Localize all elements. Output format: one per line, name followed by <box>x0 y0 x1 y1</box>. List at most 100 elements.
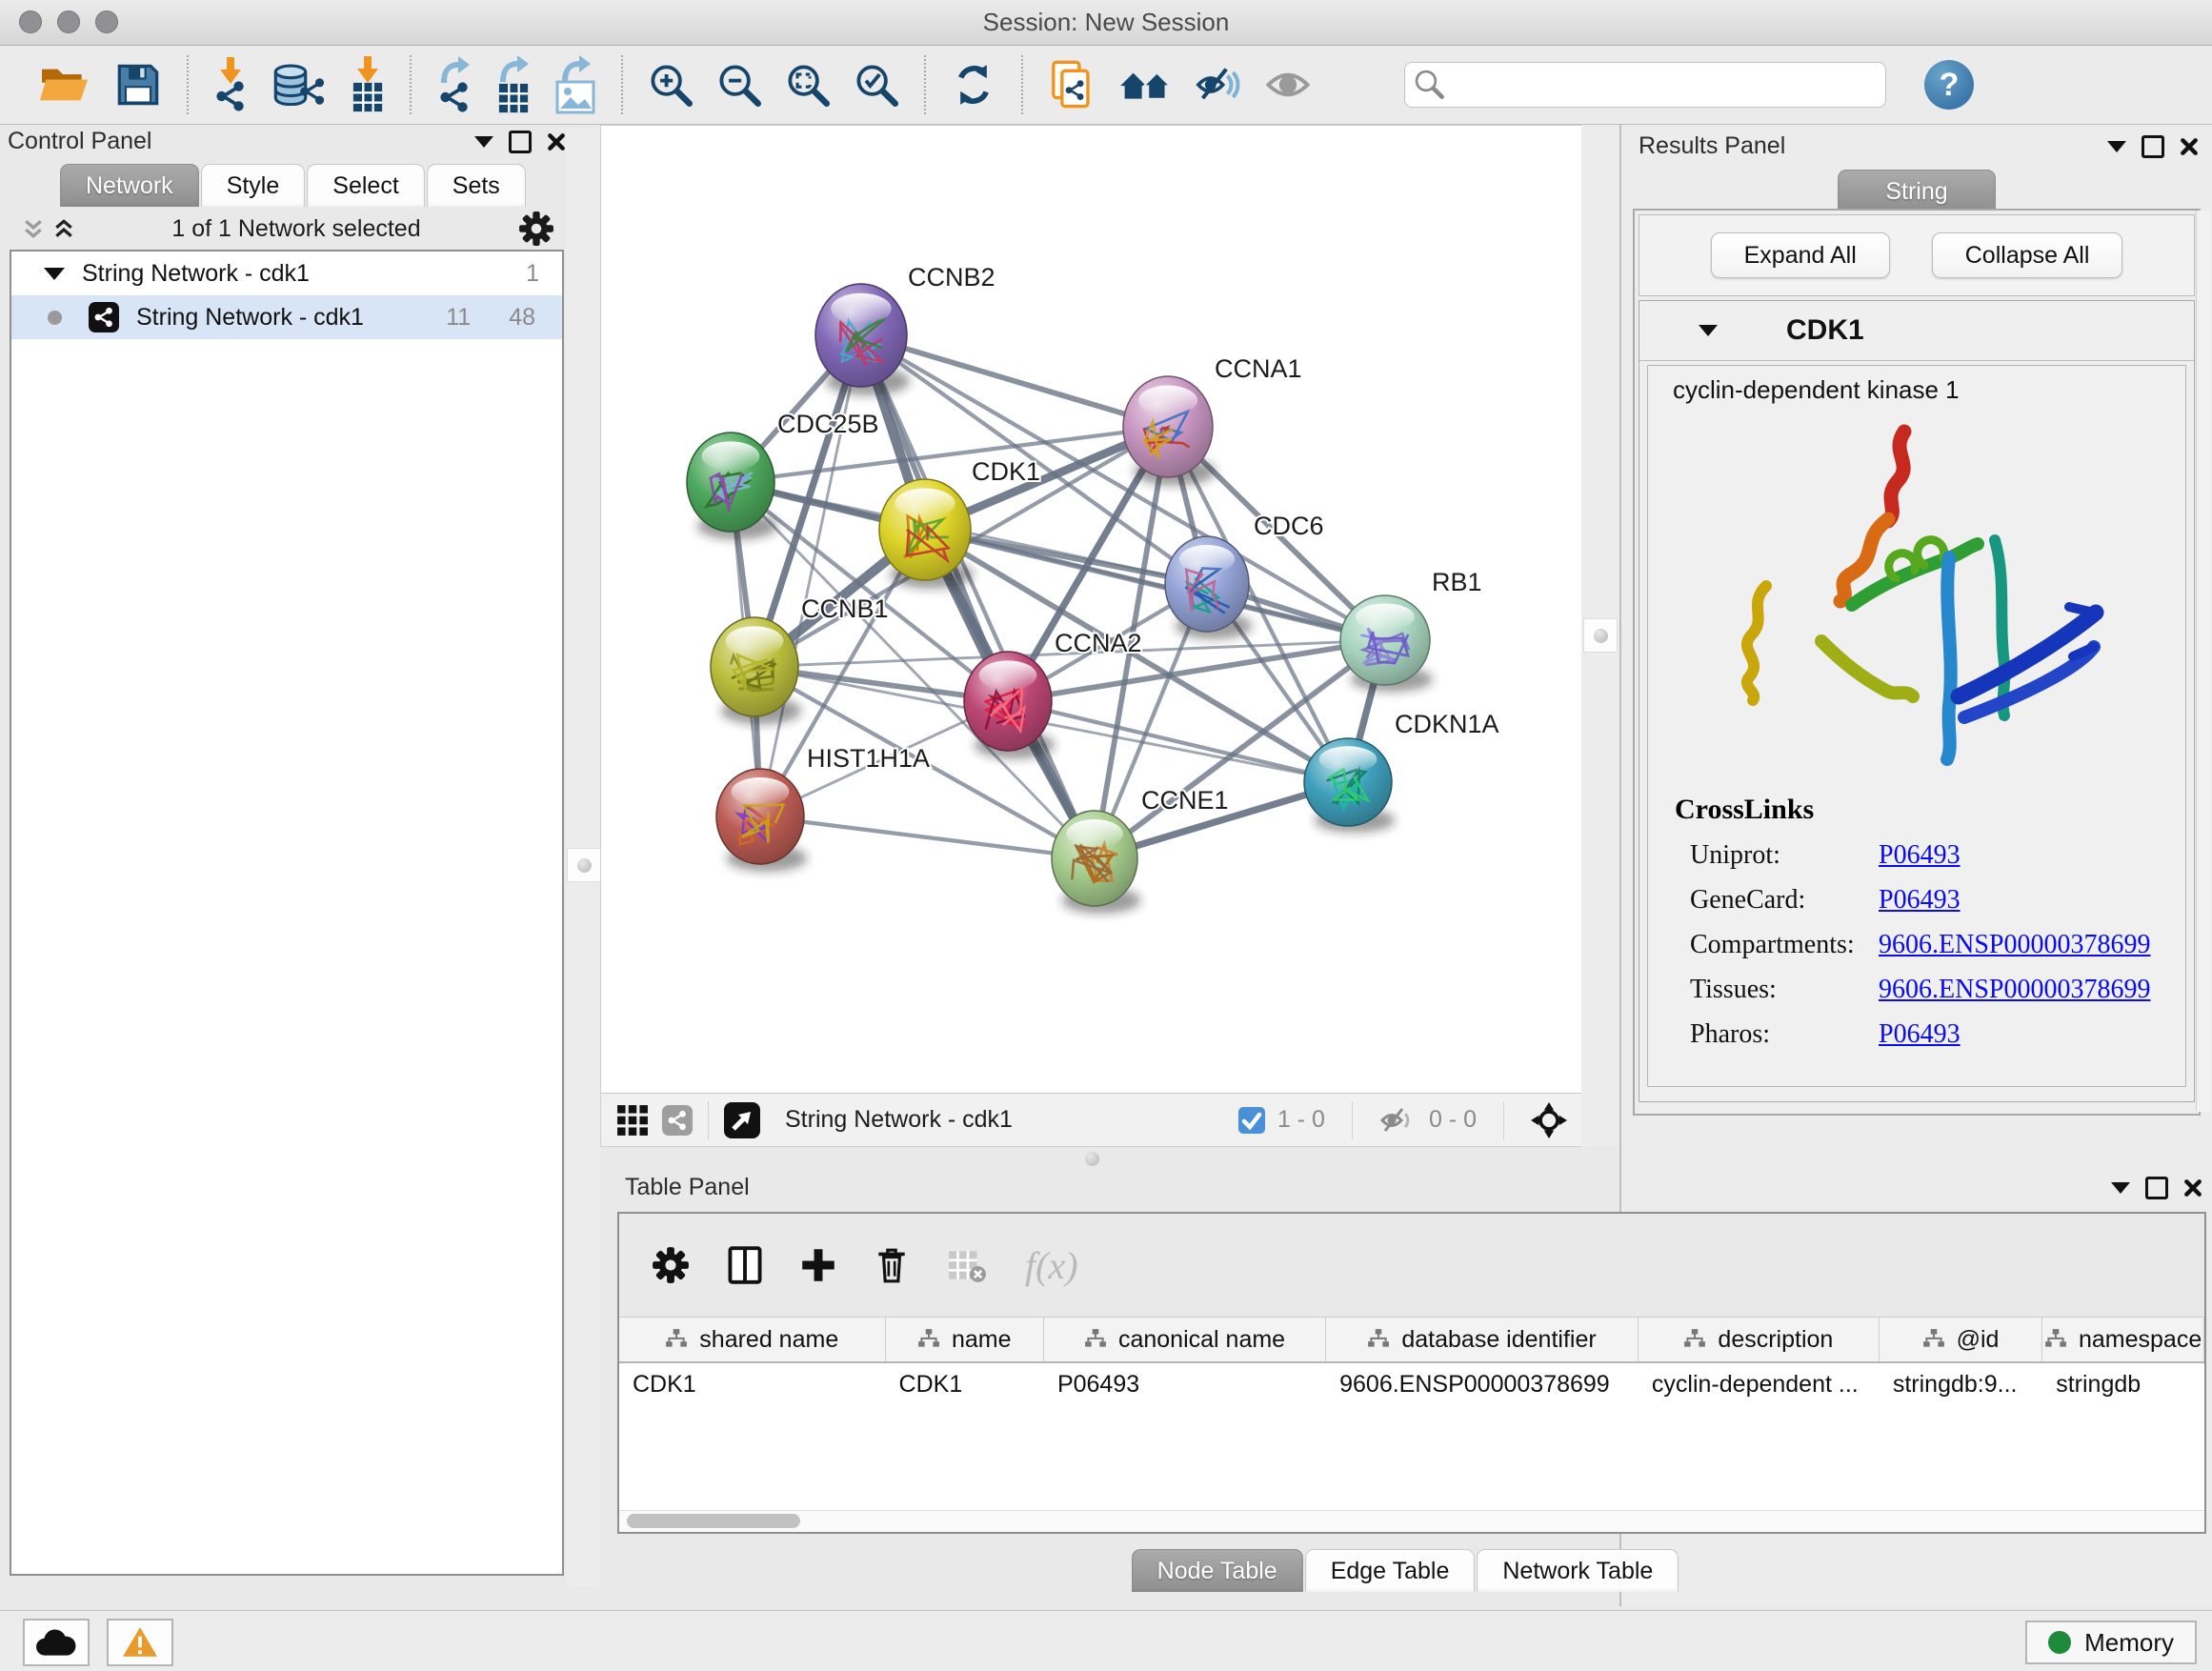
eye-button[interactable] <box>1266 70 1310 100</box>
network-node-CCNA1[interactable]: CCNA1 <box>1123 354 1302 486</box>
network-edge[interactable] <box>861 335 1095 858</box>
panel-close-icon[interactable] <box>547 132 566 151</box>
export-network-button[interactable] <box>437 56 472 113</box>
collapse-all-button[interactable]: Collapse All <box>1932 232 2123 278</box>
bottom-splitter[interactable] <box>600 1147 1583 1170</box>
zoom-selected-button[interactable] <box>855 63 898 107</box>
tab-node-table[interactable]: Node Table <box>1132 1549 1303 1592</box>
tab-style[interactable]: Style <box>201 164 306 207</box>
network-node-CCNB2[interactable]: CCNB2 <box>815 263 995 395</box>
results-scrollbar[interactable] <box>2196 211 2210 1112</box>
panel-close-icon[interactable] <box>2183 1178 2202 1198</box>
scrollbar-thumb[interactable] <box>627 1514 800 1528</box>
export-table-button[interactable] <box>496 55 531 114</box>
detach-view-icon[interactable] <box>724 1102 760 1138</box>
right-splitter[interactable] <box>1581 125 1619 1147</box>
network-edge[interactable] <box>760 816 1095 858</box>
network-type-icon[interactable] <box>662 1105 693 1136</box>
column-header-database-identifier[interactable]: database identifier <box>1326 1318 1639 1361</box>
network-canvas[interactable]: CCNB2CCNA1CDC25BCDK1CDC6RB1CCNB1CCNA2CDK… <box>600 125 1583 1147</box>
open-session-button[interactable] <box>37 63 90 107</box>
column-header-description[interactable]: description <box>1639 1318 1880 1361</box>
hidden-eye-icon[interactable] <box>1379 1104 1418 1137</box>
crosslink-link[interactable]: 9606.ENSP00000378699 <box>1879 975 2150 1005</box>
column-header-shared-name[interactable]: shared name <box>619 1318 886 1361</box>
table-cell[interactable]: CDK1 <box>619 1363 886 1407</box>
panel-close-icon[interactable] <box>2180 137 2199 156</box>
collapse-all-icon[interactable] <box>23 218 44 239</box>
table-cell[interactable]: CDK1 <box>886 1363 1044 1407</box>
network-options-gear-icon[interactable] <box>518 211 554 247</box>
network-node-RB1[interactable]: RB1 <box>1340 568 1482 692</box>
results-tab-string[interactable]: String <box>1838 170 1996 212</box>
collection-expand-icon[interactable] <box>44 268 65 280</box>
network-row[interactable]: String Network - cdk1 11 48 <box>11 295 562 339</box>
search-input[interactable] <box>1404 62 1886 108</box>
panel-menu-icon[interactable] <box>2111 1182 2130 1194</box>
network-node-CCNB1[interactable]: CCNB1 <box>711 594 889 725</box>
table-cell[interactable]: cyclin-dependent ... <box>1639 1363 1880 1407</box>
column-header-id[interactable]: @id <box>1880 1318 2042 1361</box>
panel-menu-icon[interactable] <box>474 136 493 148</box>
panel-float-icon[interactable] <box>2142 135 2164 158</box>
table-row[interactable]: CDK1CDK1P064939606.ENSP00000378699cyclin… <box>619 1363 2204 1407</box>
apply-layout-button[interactable] <box>952 63 995 107</box>
crosslink-label: Uniprot: <box>1690 840 1879 871</box>
panel-menu-icon[interactable] <box>2107 141 2126 152</box>
panel-float-icon[interactable] <box>509 131 532 153</box>
zoom-out-button[interactable] <box>717 63 761 107</box>
network-node-CDKN1A[interactable]: CDKN1A <box>1304 710 1499 833</box>
import-network-file-button[interactable] <box>214 57 247 112</box>
crosslink-link[interactable]: P06493 <box>1879 1019 1961 1050</box>
import-table-file-button[interactable] <box>352 56 384 113</box>
table-cell[interactable]: 9606.ENSP00000378699 <box>1326 1363 1639 1407</box>
tab-select[interactable]: Select <box>307 164 424 207</box>
entry-header[interactable]: CDK1 <box>1639 301 2194 361</box>
entry-collapse-icon[interactable] <box>1699 325 1718 336</box>
column-header-label: name <box>952 1326 1012 1354</box>
column-header-namespace[interactable]: namespace <box>2042 1318 2204 1361</box>
crosslink-link[interactable]: 9606.ENSP00000378699 <box>1879 930 2150 960</box>
birdseye-icon[interactable] <box>1531 1102 1567 1138</box>
function-builder-icon[interactable]: f(x) <box>1025 1243 1078 1288</box>
table-cell[interactable]: P06493 <box>1044 1363 1326 1407</box>
table-cell[interactable]: stringdb <box>2042 1363 2204 1407</box>
table-horizontal-scrollbar[interactable] <box>619 1510 2204 1532</box>
graphics-details-button[interactable] <box>1196 66 1241 104</box>
string-query-button[interactable] <box>1119 68 1171 102</box>
table-cell[interactable]: stringdb:9... <box>1880 1363 2042 1407</box>
column-header-canonical-name[interactable]: canonical name <box>1044 1318 1326 1361</box>
selected-checkbox-icon[interactable] <box>1237 1106 1266 1135</box>
import-network-clipboard-button[interactable] <box>1049 60 1095 110</box>
save-session-button[interactable] <box>115 62 161 108</box>
delete-column-icon[interactable] <box>875 1246 909 1284</box>
export-image-button[interactable] <box>555 55 595 114</box>
table-options-gear-icon[interactable] <box>652 1246 690 1284</box>
network-node-HIST1H1A[interactable]: HIST1H1A <box>716 744 930 872</box>
column-header-name[interactable]: name <box>886 1318 1044 1361</box>
tab-edge-table[interactable]: Edge Table <box>1305 1549 1476 1592</box>
zoom-in-button[interactable] <box>649 63 693 107</box>
memory-button[interactable]: Memory <box>2025 1621 2197 1664</box>
tab-network[interactable]: Network <box>60 164 199 207</box>
cloud-status-button[interactable] <box>23 1619 90 1666</box>
zoom-fit-button[interactable] <box>786 63 830 107</box>
grid-mode-icon[interactable] <box>616 1104 649 1137</box>
network-graph[interactable]: CCNB2CCNA1CDC25BCDK1CDC6RB1CCNB1CCNA2CDK… <box>601 126 1582 1093</box>
help-button[interactable]: ? <box>1924 60 1974 110</box>
expand-all-icon[interactable] <box>53 218 74 239</box>
warning-status-button[interactable] <box>107 1619 173 1666</box>
tab-network-table[interactable]: Network Table <box>1477 1549 1679 1592</box>
panel-float-icon[interactable] <box>2145 1177 2168 1199</box>
create-column-icon[interactable] <box>800 1247 836 1283</box>
expand-all-button[interactable]: Expand All <box>1711 232 1890 278</box>
show-columns-icon[interactable] <box>728 1246 762 1284</box>
crosslink-link[interactable]: P06493 <box>1879 885 1961 916</box>
tab-sets[interactable]: Sets <box>427 164 526 207</box>
network-collection-row[interactable]: String Network - cdk1 1 <box>11 252 562 295</box>
import-network-database-button[interactable] <box>271 64 327 106</box>
delete-table-icon[interactable] <box>947 1247 987 1283</box>
left-splitter[interactable] <box>566 128 600 1587</box>
network-node-CCNE1[interactable]: CCNE1 <box>1052 786 1229 914</box>
crosslink-link[interactable]: P06493 <box>1879 840 1961 871</box>
